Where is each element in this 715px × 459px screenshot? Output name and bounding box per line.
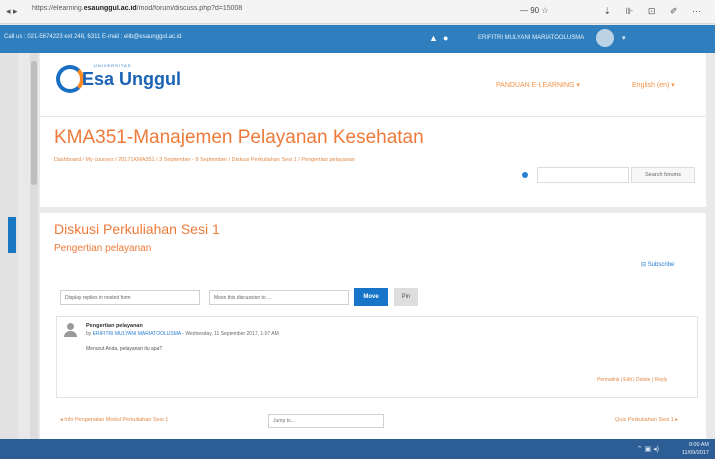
post-meta: by ERIFITRI MULYANI MARIATOOLUSMA - Wedn… <box>86 331 279 337</box>
clock-time: 9:00 AM <box>688 442 709 448</box>
back-forward-icon[interactable]: ◂ ▸ <box>6 6 18 17</box>
post-author-link[interactable]: ERIFITRI MULYANI MARIATOOLUSMA <box>93 331 181 337</box>
message-icon[interactable]: ● <box>443 33 448 43</box>
bell-icon[interactable]: ▲ <box>429 33 438 43</box>
move-discussion-select[interactable]: Move this discussion to ... <box>209 290 349 305</box>
jump-to-select[interactable]: Jump to... <box>268 414 384 428</box>
post-meta-prefix: by <box>86 331 93 337</box>
system-tray-icons[interactable]: ⌃ ▣ ◂) <box>637 445 659 453</box>
scrollbar-thumb[interactable] <box>31 61 37 185</box>
post-actions[interactable]: Permalink | Edit | Delete | Reply <box>597 377 667 383</box>
site-header: UNIVERSITAS Esa Unggul PANDUAN E-LEARNIN… <box>40 53 706 117</box>
pin-button[interactable]: Pin <box>394 288 418 306</box>
taskbar-clock[interactable]: 9:00 AM 11/09/2017 <box>682 441 709 457</box>
move-button[interactable]: Move <box>354 288 388 306</box>
browser-tools-icons[interactable]: ⇣ ⊪ ⊡ ✐ ⋯ <box>604 6 707 17</box>
top-info-bar: Call us : 021-5674223 ext 248, 6311 E-ma… <box>0 25 715 53</box>
chevron-down-icon[interactable]: ▾ <box>622 34 626 42</box>
previous-activity-link[interactable]: ◂ Info Pengenalan Modul Perkuliahan Sesi… <box>60 417 168 423</box>
logo-ring-icon <box>56 65 84 93</box>
subscribe-link[interactable]: ⊟ Subscribe <box>641 261 674 268</box>
screen: ◂ ▸ https://elearning.esaunggul.ac.id/mo… <box>0 0 715 459</box>
search-input[interactable] <box>537 167 629 183</box>
contact-info: Call us : 021-5674223 ext 248, 6311 E-ma… <box>4 34 182 40</box>
os-taskbar: ⌃ ▣ ◂) 9:00 AM 11/09/2017 <box>0 439 715 459</box>
help-icon[interactable] <box>522 172 528 178</box>
sidebar-toggle[interactable] <box>8 217 16 253</box>
url-prefix: https://elearning. <box>32 5 84 12</box>
zoom-level[interactable]: — 90 ☆ <box>520 6 549 15</box>
discussion-title: Diskusi Perkuliahan Sesi 1 <box>54 221 220 237</box>
breadcrumb[interactable]: Dashboard / My courses / 20171KMA351 / 3… <box>54 157 355 163</box>
browser-toolbar: ◂ ▸ https://elearning.esaunggul.ac.id/mo… <box>0 0 715 24</box>
post-message: Menurut Anda, pelayanan itu apa? <box>86 346 163 352</box>
page-title: KMA351-Manajemen Pelayanan Kesehatan <box>54 127 424 148</box>
post-date: - Wednesday, 11 September 2017, 1:07 AM <box>180 331 279 337</box>
language-menu[interactable]: English (en) ▾ <box>632 81 675 89</box>
discussion-subtitle: Pengertian pelayanan <box>54 243 152 254</box>
logo-small-text: UNIVERSITAS <box>94 63 132 68</box>
scrollbar[interactable] <box>30 53 38 439</box>
logo-name: Esa Unggul <box>82 69 182 89</box>
forum-post: Pengertian pelayanan by ERIFITRI MULYANI… <box>56 316 698 398</box>
url-host: esaunggul.ac.id <box>83 5 137 12</box>
user-avatar-icon[interactable] <box>64 323 77 337</box>
clock-date: 11/09/2017 <box>681 450 709 456</box>
url-path: /mod/forum/discuss.php?d=15008 <box>136 5 243 12</box>
display-mode-select[interactable]: Display replies in nested form <box>60 290 200 305</box>
user-name[interactable]: ERIFITRI MULYANI MARIATOOLUSMA <box>478 35 584 41</box>
next-activity-link[interactable]: Quiz Perkuliahan Sesi 1 ▸ <box>615 417 678 423</box>
search-forums-button[interactable]: Search forums <box>631 167 695 183</box>
post-subject: Pengertian pelayanan <box>86 323 143 329</box>
course-header: KMA351-Manajemen Pelayanan Kesehatan Das… <box>40 117 706 207</box>
panduan-menu[interactable]: PANDUAN E-LEARNING ▾ <box>496 81 580 89</box>
discussion-panel: Diskusi Perkuliahan Sesi 1 Pengertian pe… <box>40 213 706 439</box>
address-bar[interactable]: https://elearning.esaunggul.ac.id/mod/fo… <box>32 5 272 19</box>
avatar[interactable] <box>596 29 614 47</box>
